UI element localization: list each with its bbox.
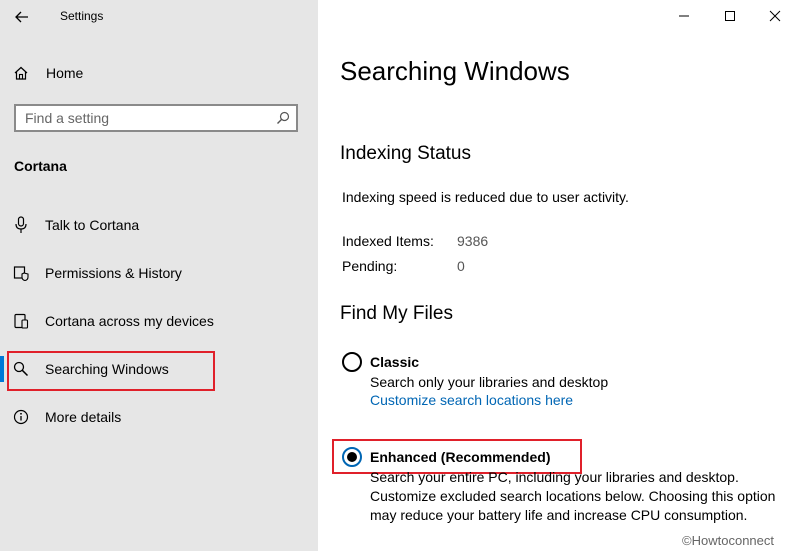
classic-description: Search only your libraries and desktop [370,374,609,390]
section-label-cortana: Cortana [14,158,67,174]
sidebar-item-label: Cortana across my devices [45,313,214,329]
watermark: ©Howtoconnect [682,533,774,548]
back-arrow-icon [15,11,28,23]
sidebar-item-permissions-history[interactable]: Permissions & History [0,253,318,293]
indexing-status-heading: Indexing Status [340,143,471,164]
highlight-box-searching-windows [7,351,215,391]
find-setting-input[interactable] [16,109,267,127]
maximize-icon [725,11,735,21]
enhanced-description-line1: Search your entire PC, including your li… [370,469,739,485]
back-button[interactable] [8,4,36,30]
home-icon [12,64,30,82]
page-title: Searching Windows [340,56,570,86]
info-icon [12,408,30,426]
indexed-items-label: Indexed Items: [342,233,434,249]
sidebar: Settings Home Cortana Talk to Cortana [0,0,318,551]
search-icon[interactable] [276,111,290,125]
devices-icon [12,312,30,330]
indexed-items-value: 9386 [457,233,489,249]
sidebar-item-label: Permissions & History [45,265,182,281]
sidebar-item-label: Home [46,65,84,81]
main-content: Searching Windows Indexing Status Indexi… [318,0,796,551]
minimize-button[interactable] [661,4,707,28]
minimize-icon [679,15,689,17]
enhanced-description-line3: may reduce your battery life and increas… [370,507,748,523]
classic-radio[interactable] [342,352,362,372]
sidebar-item-cortana-across-devices[interactable]: Cortana across my devices [0,301,318,341]
sidebar-item-home[interactable]: Home [0,53,318,93]
sidebar-item-label: Talk to Cortana [45,217,140,233]
sidebar-item-more-details[interactable]: More details [0,397,318,437]
close-icon [769,10,781,22]
pending-value: 0 [457,258,465,274]
close-button[interactable] [752,4,796,28]
find-setting-box [14,104,298,132]
find-my-files-heading: Find My Files [340,303,453,324]
window-title: Settings [60,9,104,23]
customize-search-locations-link[interactable]: Customize search locations here [370,392,573,408]
microphone-icon [12,216,30,234]
enhanced-description-line2: Customize excluded search locations belo… [370,488,776,504]
sidebar-item-label: More details [45,409,122,425]
sidebar-item-talk-to-cortana[interactable]: Talk to Cortana [0,205,318,245]
maximize-button[interactable] [707,4,753,28]
permissions-shield-icon [12,264,30,282]
pending-label: Pending: [342,258,398,274]
classic-radio-label[interactable]: Classic [370,354,419,370]
indexing-status-text: Indexing speed is reduced due to user ac… [342,189,629,205]
